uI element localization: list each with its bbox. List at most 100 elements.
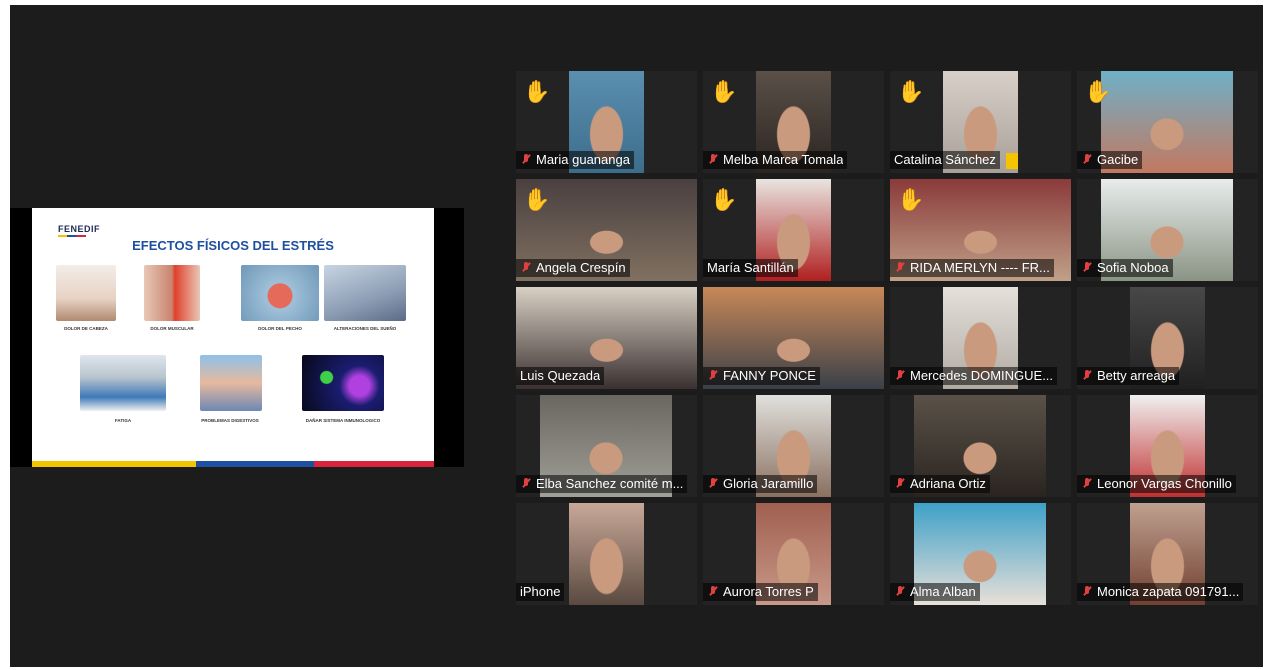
muscle-pain-image xyxy=(144,265,200,321)
muted-mic-icon xyxy=(707,369,719,383)
participant-name: Angela Crespín xyxy=(536,260,626,275)
participant-name: Adriana Ortiz xyxy=(910,476,986,491)
fatigue-image xyxy=(80,355,166,411)
participant-tile[interactable]: FANNY PONCE xyxy=(703,287,884,389)
muted-mic-icon xyxy=(1081,585,1093,599)
raised-hand-icon: ✋ xyxy=(523,79,551,104)
participant-name-label: iPhone xyxy=(516,583,565,601)
participant-name: Gacibe xyxy=(1097,152,1139,167)
caption-immune: DAÑAR SISTEMA INMUNOLOGICO xyxy=(305,418,381,423)
muted-mic-icon xyxy=(707,153,719,167)
muted-mic-icon xyxy=(1081,477,1093,491)
participant-name-label: Sofia Noboa xyxy=(1077,259,1173,277)
participant-tile[interactable]: Betty arreaga xyxy=(1077,287,1258,389)
participant-video xyxy=(569,503,644,605)
caption-muscle-pain: DOLOR MUSCULAR xyxy=(150,326,194,331)
chest-pain-image xyxy=(241,265,319,321)
participant-tile[interactable]: Aurora Torres P xyxy=(703,503,884,605)
participant-tile[interactable]: ✋ María Santillán xyxy=(703,179,884,281)
participant-name-label: Leonor Vargas Chonillo xyxy=(1077,475,1236,493)
participant-name: Alma Alban xyxy=(910,584,976,599)
raised-hand-icon: ✋ xyxy=(710,79,738,104)
participant-name-label: Alma Alban xyxy=(890,583,980,601)
caption-digestive: PROBLEMAS DIGESTIVOS xyxy=(201,418,259,423)
participant-name-label: Adriana Ortiz xyxy=(890,475,990,493)
participant-name: Mercedes DOMINGUE... xyxy=(910,368,1054,383)
participant-name: Elba Sanchez comité m... xyxy=(536,476,684,491)
muted-mic-icon xyxy=(894,477,906,491)
participant-name-label: Angela Crespín xyxy=(516,259,630,277)
muted-mic-icon xyxy=(520,261,532,275)
muted-mic-icon xyxy=(1081,153,1093,167)
participant-tile[interactable]: Leonor Vargas Chonillo xyxy=(1077,395,1258,497)
participant-tile[interactable]: ✋ Gacibe xyxy=(1077,71,1258,173)
participant-tile[interactable]: Elba Sanchez comité m... xyxy=(516,395,697,497)
raised-hand-icon: ✋ xyxy=(897,187,925,212)
caption-chest-pain: DOLOR DEL PECHO xyxy=(258,326,302,331)
muted-mic-icon xyxy=(520,153,532,167)
raised-hand-icon: ✋ xyxy=(1084,79,1112,104)
participant-name: Gloria Jaramillo xyxy=(723,476,814,491)
raised-hand-icon: ✋ xyxy=(523,187,551,212)
participant-name-label: Monica zapata 091791... xyxy=(1077,583,1244,601)
participant-tile[interactable]: ✋ Melba Marca Tomala xyxy=(703,71,884,173)
sleep-image xyxy=(324,265,406,321)
participant-name: María Santillán xyxy=(707,260,794,275)
participant-tile[interactable]: ✋ RIDA MERLYN ---- FR... xyxy=(890,179,1071,281)
participant-name-label: Melba Marca Tomala xyxy=(703,151,848,169)
muted-mic-icon xyxy=(707,477,719,491)
participant-name: Catalina Sánchez xyxy=(894,152,996,167)
participant-tile[interactable]: Sofia Noboa xyxy=(1077,179,1258,281)
participant-tile[interactable]: iPhone xyxy=(516,503,697,605)
caption-headache: DOLOR DE CABEZA xyxy=(64,326,108,331)
raised-hand-icon: ✋ xyxy=(897,79,925,104)
meeting-window: FENEDIF EFECTOS FÍSICOS DEL ESTRÉS DOLOR… xyxy=(10,5,1263,667)
digestive-image xyxy=(200,355,262,411)
muted-mic-icon xyxy=(894,261,906,275)
participant-name: Maria guananga xyxy=(536,152,630,167)
participant-name: Betty arreaga xyxy=(1097,368,1176,383)
participant-name-label: RIDA MERLYN ---- FR... xyxy=(890,259,1054,277)
participant-name-label: Gloria Jaramillo xyxy=(703,475,818,493)
participant-tile[interactable]: ✋ Maria guananga xyxy=(516,71,697,173)
logo-text: FENEDIF xyxy=(58,224,101,234)
participant-name-label: Luis Quezada xyxy=(516,367,605,385)
participant-name: FANNY PONCE xyxy=(723,368,816,383)
participant-name-label: Mercedes DOMINGUE... xyxy=(890,367,1058,385)
participant-tile[interactable]: ✋ Catalina Sánchez xyxy=(890,71,1071,173)
participant-name: Aurora Torres P xyxy=(723,584,814,599)
participant-tile[interactable]: Mercedes DOMINGUE... xyxy=(890,287,1071,389)
muted-mic-icon xyxy=(1081,261,1093,275)
participant-name-label: Aurora Torres P xyxy=(703,583,818,601)
headache-image xyxy=(56,265,116,321)
caption-fatigue: FATIGA xyxy=(114,418,132,423)
participant-name-label: María Santillán xyxy=(703,259,798,277)
participant-name: iPhone xyxy=(520,584,561,599)
participant-tile[interactable]: Monica zapata 091791... xyxy=(1077,503,1258,605)
participant-name: Luis Quezada xyxy=(520,368,601,383)
participant-name-label: Gacibe xyxy=(1077,151,1143,169)
caption-sleep: ALTERACIONES DEL SUEÑO xyxy=(333,326,397,331)
participant-name: RIDA MERLYN ---- FR... xyxy=(910,260,1050,275)
video-overlay-mark xyxy=(1006,153,1018,169)
muted-mic-icon xyxy=(707,585,719,599)
participant-name-label: FANNY PONCE xyxy=(703,367,820,385)
presentation-slide: FENEDIF EFECTOS FÍSICOS DEL ESTRÉS DOLOR… xyxy=(32,208,434,467)
participant-name-label: Catalina Sánchez xyxy=(890,151,1000,169)
muted-mic-icon xyxy=(520,477,532,491)
participant-name: Leonor Vargas Chonillo xyxy=(1097,476,1232,491)
participant-tile[interactable]: Gloria Jaramillo xyxy=(703,395,884,497)
participant-name: Sofia Noboa xyxy=(1097,260,1169,275)
participant-name-label: Betty arreaga xyxy=(1077,367,1180,385)
slide-title: EFECTOS FÍSICOS DEL ESTRÉS xyxy=(132,238,334,253)
participant-tile[interactable]: Alma Alban xyxy=(890,503,1071,605)
muted-mic-icon xyxy=(894,369,906,383)
participant-tile[interactable]: Adriana Ortiz xyxy=(890,395,1071,497)
raised-hand-icon: ✋ xyxy=(710,187,738,212)
shared-screen[interactable]: FENEDIF EFECTOS FÍSICOS DEL ESTRÉS DOLOR… xyxy=(10,208,464,467)
fenedif-logo: FENEDIF xyxy=(58,224,100,237)
participant-name: Melba Marca Tomala xyxy=(723,152,844,167)
participant-tile[interactable]: ✋ Angela Crespín xyxy=(516,179,697,281)
participant-tile[interactable]: Luis Quezada xyxy=(516,287,697,389)
muted-mic-icon xyxy=(894,585,906,599)
